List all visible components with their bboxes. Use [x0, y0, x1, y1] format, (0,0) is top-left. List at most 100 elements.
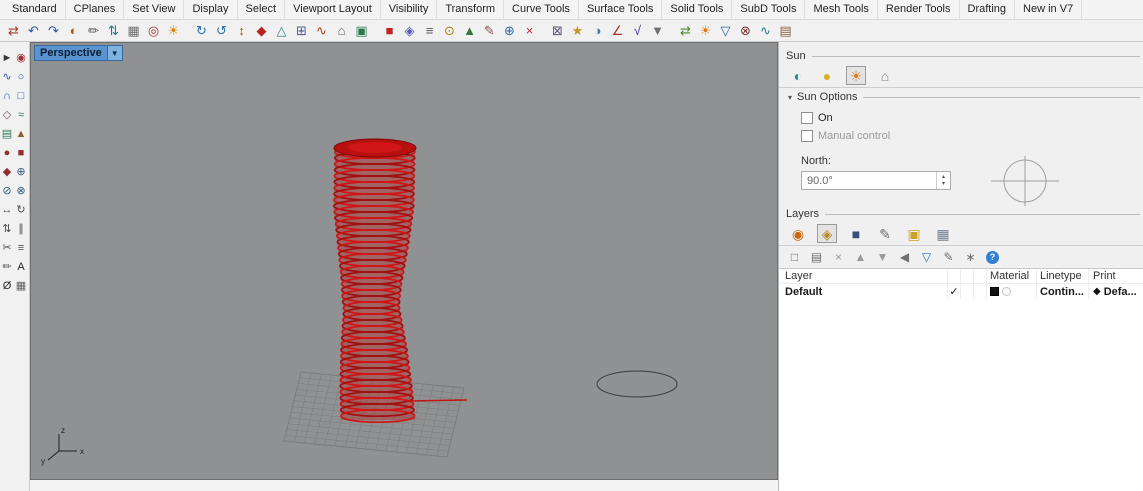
move-down-icon[interactable]: ▼ [875, 250, 890, 265]
spinner-up-icon[interactable]: ▴ [942, 174, 945, 181]
hatch-icon[interactable]: ▦ [15, 280, 28, 293]
boolean-union-icon[interactable]: ⊕ [15, 166, 28, 179]
point-icon[interactable]: ⊙ [441, 22, 458, 39]
annotate-pencil-icon[interactable]: ✏ [85, 22, 102, 39]
select-cursor-icon[interactable]: ► [1, 52, 14, 65]
material-sphere-icon[interactable] [1002, 287, 1011, 296]
rendering-tab-icon[interactable]: ■ [846, 224, 866, 243]
funnel-icon[interactable]: ▽ [717, 22, 734, 39]
menu-tab-transform[interactable]: Transform [437, 0, 504, 19]
col-print[interactable]: Print [1088, 269, 1143, 283]
circle-icon[interactable]: ○ [15, 71, 28, 84]
checkbox-box[interactable] [801, 130, 813, 142]
box-icon[interactable]: ■ [381, 22, 398, 39]
curve-tools-icon[interactable]: ∿ [313, 22, 330, 39]
pyramid-icon[interactable]: ▲ [461, 22, 478, 39]
collapse-icon[interactable]: ◀ [897, 250, 912, 265]
filter-edit-icon[interactable]: ✎ [941, 250, 956, 265]
calc-check-icon[interactable]: √ [629, 22, 646, 39]
print-cell[interactable]: ◆ Defa... [1088, 284, 1143, 299]
new-layer-icon[interactable]: □ [787, 250, 802, 265]
menu-tab-render-tools[interactable]: Render Tools [878, 0, 960, 19]
solid-diamond-icon[interactable]: ◆ [253, 22, 270, 39]
move-up-icon[interactable]: ▲ [853, 250, 868, 265]
menu-tab-display[interactable]: Display [184, 0, 237, 19]
material-cell[interactable] [986, 284, 1036, 299]
sun-options-header[interactable]: ▾ Sun Options [779, 88, 1143, 106]
north-spinner[interactable]: ▴ ▾ [936, 172, 950, 189]
col-layer[interactable]: Layer [779, 269, 947, 283]
pen-tab-icon[interactable]: ✎ [875, 224, 895, 243]
edit-pen-icon[interactable]: ✎ [481, 22, 498, 39]
redo-icon[interactable]: ↷ [45, 22, 62, 39]
layer-row-default[interactable]: Default ✓ Contin... ◆ Defa... [779, 284, 1143, 299]
menu-tab-mesh-tools[interactable]: Mesh Tools [805, 0, 877, 19]
pan-vertical-icon[interactable]: ↕ [233, 22, 250, 39]
col-material[interactable]: Material [986, 269, 1036, 283]
close-box-icon[interactable]: ⊠ [549, 22, 566, 39]
move-icon[interactable]: ↔ [1, 204, 14, 217]
current-layer-check-icon[interactable]: ✓ [947, 284, 960, 299]
menu-tab-subd-tools[interactable]: SubD Tools [732, 0, 805, 19]
twisted-tower-model[interactable] [334, 139, 416, 422]
viewport-title[interactable]: Perspective [34, 45, 108, 61]
surface-icon[interactable]: ≈ [15, 109, 28, 122]
menu-tab-standard[interactable]: Standard [4, 0, 66, 19]
shade-toggle-icon[interactable]: ◐ [65, 22, 82, 39]
undo-icon[interactable]: ↶ [25, 22, 42, 39]
menu-tab-surface-tools[interactable]: Surface Tools [579, 0, 662, 19]
menu-tab-select[interactable]: Select [238, 0, 286, 19]
swap-cplane-icon[interactable]: ⇄ [5, 22, 22, 39]
red-line-curve[interactable] [406, 400, 467, 401]
layer-tools-icon[interactable]: ∗ [963, 250, 978, 265]
sun-icon[interactable]: ☀ [697, 22, 714, 39]
circle-center-icon[interactable]: ◎ [145, 22, 162, 39]
boolean-intersect-icon[interactable]: ⊗ [15, 185, 28, 198]
text-icon[interactable]: A [15, 261, 28, 274]
layers-stack-icon[interactable]: ▤ [777, 22, 794, 39]
array-icon[interactable]: ⊞ [293, 22, 310, 39]
linetype-cell[interactable]: Contin... [1036, 284, 1088, 299]
extrude-icon[interactable]: ▲ [15, 128, 28, 141]
half-sphere-icon[interactable]: ◑ [589, 22, 606, 39]
spinner-down-icon[interactable]: ▾ [942, 181, 945, 188]
menu-tab-drafting[interactable]: Drafting [960, 0, 1016, 19]
building-icon[interactable]: ⌂ [875, 66, 895, 85]
sun-icon[interactable]: ☀ [846, 66, 866, 85]
manual-control-checkbox[interactable]: Manual control [801, 130, 1143, 142]
angle-icon[interactable]: ∠ [609, 22, 626, 39]
menu-tab-cplanes[interactable]: CPlanes [66, 0, 125, 19]
ellipse-curve[interactable] [597, 371, 677, 397]
rotate-view-ccw-icon[interactable]: ↺ [213, 22, 230, 39]
boolean-difference-icon[interactable]: ⊘ [1, 185, 14, 198]
menu-tab-viewport-layout[interactable]: Viewport Layout [285, 0, 381, 19]
sphere-icon[interactable]: ● [1, 147, 14, 160]
star-icon[interactable]: ★ [569, 22, 586, 39]
menu-tab-set-view[interactable]: Set View [124, 0, 184, 19]
add-icon[interactable]: ⊕ [501, 22, 518, 39]
point-icon[interactable]: ◉ [15, 52, 28, 65]
viewport-perspective[interactable]: Perspective ▼ zxy [30, 42, 778, 480]
loft-icon[interactable]: ▤ [1, 128, 14, 141]
display-tab-icon[interactable]: ▦ [933, 224, 953, 243]
locked-cell[interactable] [973, 284, 986, 299]
menu-tab-visibility[interactable]: Visibility [381, 0, 438, 19]
col-linetype[interactable]: Linetype [1036, 269, 1088, 283]
checkbox-box[interactable] [801, 112, 813, 124]
folder-tab-icon[interactable]: ▣ [904, 224, 924, 243]
arc-icon[interactable]: ∩ [1, 90, 14, 103]
environment-globe-icon[interactable]: ◐ [788, 66, 808, 85]
collapse-chevron-icon[interactable]: ▾ [788, 93, 792, 102]
mirror-icon[interactable]: ∥ [15, 223, 28, 236]
layer-name[interactable]: Default [779, 284, 947, 299]
render-sun-icon[interactable]: ☀ [165, 22, 182, 39]
group-icon[interactable]: ≡ [15, 242, 28, 255]
swap-view-icon[interactable]: ⇅ [105, 22, 122, 39]
north-value[interactable]: 90.0° [802, 172, 936, 189]
bounding-box-icon[interactable]: ▣ [353, 22, 370, 39]
material-swatch[interactable] [990, 287, 999, 296]
dropdown-icon[interactable]: ▼ [649, 22, 666, 39]
new-sublayer-icon[interactable]: ▤ [809, 250, 824, 265]
viewport-canvas[interactable]: zxy [31, 43, 777, 479]
grid-icon[interactable]: ▦ [125, 22, 142, 39]
